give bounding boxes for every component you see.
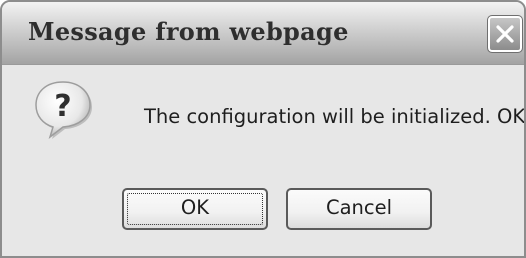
message-dialog: Message from webpage ? The configuration… bbox=[0, 0, 526, 258]
close-button[interactable] bbox=[487, 15, 523, 53]
ok-button-label: OK bbox=[180, 196, 210, 219]
dialog-body: ? The configuration will be initialized.… bbox=[2, 65, 526, 256]
cancel-button-label: Cancel bbox=[325, 196, 393, 219]
cancel-button[interactable]: Cancel bbox=[286, 188, 432, 230]
ok-button[interactable]: OK bbox=[122, 188, 268, 230]
title-bar[interactable]: Message from webpage bbox=[2, 2, 524, 65]
question-icon: ? bbox=[35, 81, 92, 139]
dialog-title: Message from webpage bbox=[28, 17, 349, 46]
close-icon bbox=[496, 25, 514, 43]
svg-text:?: ? bbox=[54, 89, 71, 124]
dialog-message: The configuration will be initialized. O… bbox=[144, 105, 526, 128]
